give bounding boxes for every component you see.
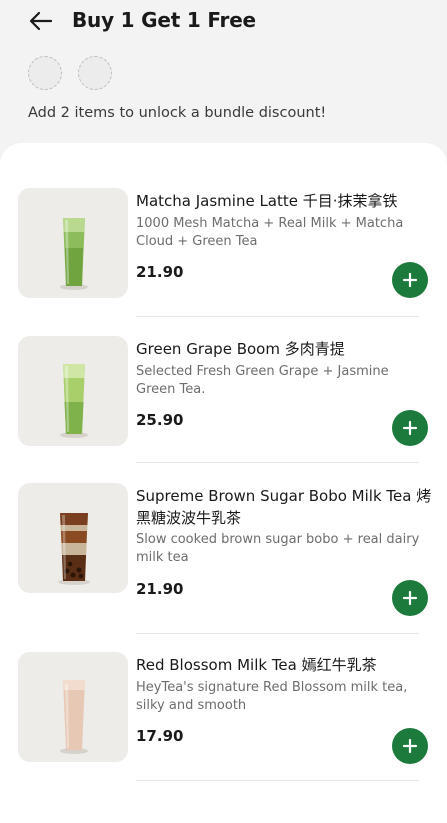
plus-icon xyxy=(402,420,418,436)
product-item[interactable]: Matcha Jasmine Latte 千目·抹茉拿铁 1000 Mesh M… xyxy=(0,188,447,336)
bundle-slot-2 xyxy=(78,56,112,90)
product-description: Slow cooked brown sugar bobo + real dair… xyxy=(136,532,420,565)
product-image xyxy=(18,483,128,593)
product-name: Green Grape Boom 多肉青提 xyxy=(136,340,345,358)
arrow-left-icon xyxy=(29,11,53,31)
bundle-slot-1 xyxy=(28,56,62,90)
product-name: Matcha Jasmine Latte 千目·抹茉拿铁 xyxy=(136,192,398,210)
product-description: HeyTea's signature Red Blossom milk tea,… xyxy=(136,680,408,713)
add-button[interactable] xyxy=(392,262,428,298)
plus-icon xyxy=(402,738,418,754)
product-description: Selected Fresh Green Grape + Jasmine Gre… xyxy=(136,364,389,397)
product-price: 17.90 xyxy=(136,727,184,745)
add-button[interactable] xyxy=(392,410,428,446)
bundle-hint: Add 2 items to unlock a bundle discount! xyxy=(28,105,327,121)
product-image xyxy=(18,188,128,298)
product-item[interactable]: Red Blossom Milk Tea 嫣红牛乳茶 HeyTea's sign… xyxy=(0,652,447,800)
product-item[interactable]: Green Grape Boom 多肉青提 Selected Fresh Gre… xyxy=(0,336,447,484)
product-item[interactable]: Supreme Brown Sugar Bobo Milk Tea 烤黑糖波波牛… xyxy=(0,483,447,634)
item-divider xyxy=(136,633,419,634)
product-name: Red Blossom Milk Tea 嫣红牛乳茶 xyxy=(136,656,377,674)
page-title: Buy 1 Get 1 Free xyxy=(72,8,256,32)
product-image xyxy=(18,336,128,446)
back-button[interactable] xyxy=(24,6,58,36)
plus-icon xyxy=(402,272,418,288)
product-image xyxy=(18,652,128,762)
add-button[interactable] xyxy=(392,728,428,764)
product-price: 25.90 xyxy=(136,411,184,429)
item-divider xyxy=(136,316,419,317)
product-price: 21.90 xyxy=(136,580,184,598)
product-description: 1000 Mesh Matcha + Real Milk + Matcha Cl… xyxy=(136,216,404,249)
item-divider xyxy=(136,462,419,463)
plus-icon xyxy=(402,590,418,606)
product-name: Supreme Brown Sugar Bobo Milk Tea 烤黑糖波波牛… xyxy=(136,487,432,527)
add-button[interactable] xyxy=(392,580,428,616)
item-divider xyxy=(136,780,419,781)
page-header: Buy 1 Get 1 Free Add 2 items to unlock a… xyxy=(0,0,447,140)
product-list: Matcha Jasmine Latte 千目·抹茉拿铁 1000 Mesh M… xyxy=(0,143,447,823)
product-price: 21.90 xyxy=(136,263,184,281)
